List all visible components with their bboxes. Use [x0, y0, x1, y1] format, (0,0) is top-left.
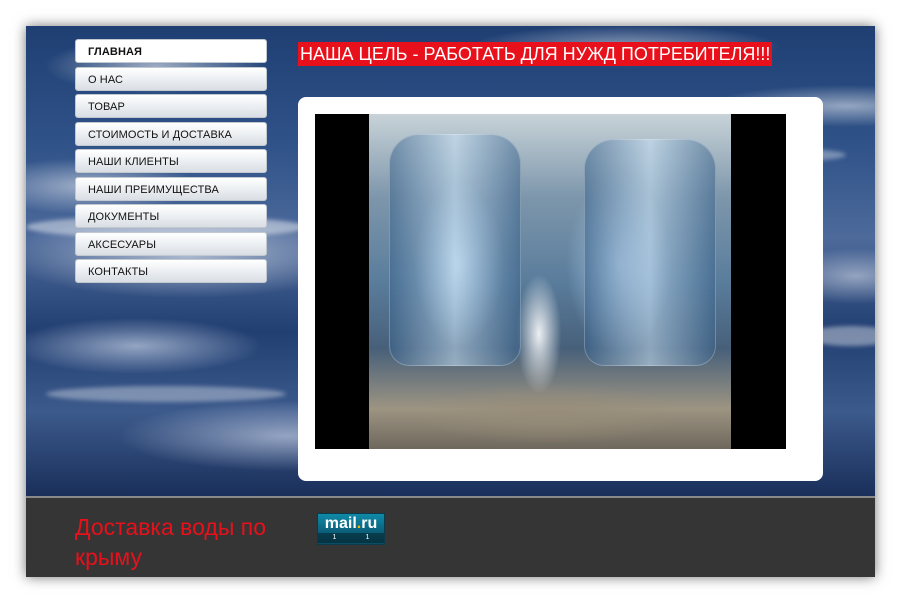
main-nav: ГЛАВНАЯ О НАС ТОВАР СТОИМОСТЬ И ДОСТАВКА…: [75, 39, 267, 287]
video-frame: [298, 97, 823, 481]
bottle-shape: [389, 134, 521, 366]
counter-values: 1 1: [318, 533, 384, 543]
footer: Доставка воды по крыму mail.ru 1 1: [26, 496, 875, 577]
nav-item-clients[interactable]: НАШИ КЛИЕНТЫ: [75, 149, 267, 173]
nav-item-accessories[interactable]: АКСЕСУАРЫ: [75, 231, 267, 256]
mailru-counter[interactable]: mail.ru 1 1: [317, 513, 385, 545]
page: ГЛАВНАЯ О НАС ТОВАР СТОИМОСТЬ И ДОСТАВКА…: [26, 26, 875, 577]
video-player[interactable]: [315, 114, 786, 449]
water-background: ГЛАВНАЯ О НАС ТОВАР СТОИМОСТЬ И ДОСТАВКА…: [26, 26, 875, 496]
nav-item-pricing-delivery[interactable]: СТОИМОСТЬ И ДОСТАВКА: [75, 121, 267, 146]
nav-item-about[interactable]: О НАС: [75, 66, 267, 91]
nav-item-documents[interactable]: ДОКУМЕНТЫ: [75, 204, 267, 228]
nav-item-products[interactable]: ТОВАР: [75, 94, 267, 118]
slogan-banner: НАША ЦЕЛЬ - РАБОТАТЬ ДЛЯ НУЖД ПОТРЕБИТЕЛ…: [298, 42, 773, 66]
nav-item-advantages[interactable]: НАШИ ПРЕИМУЩЕСТВА: [75, 176, 267, 201]
video-still-water-bottles: [369, 114, 731, 449]
footer-tagline: Доставка воды по крыму: [75, 514, 266, 570]
nav-item-home[interactable]: ГЛАВНАЯ: [75, 39, 267, 63]
nav-item-contacts[interactable]: КОНТАКТЫ: [75, 259, 267, 283]
water-ripple: [46, 386, 286, 402]
mailru-logo: mail.ru: [324, 515, 378, 532]
counter-value-left: 1: [332, 534, 337, 541]
counter-value-right: 1: [365, 534, 370, 541]
bottle-shape: [584, 139, 716, 366]
